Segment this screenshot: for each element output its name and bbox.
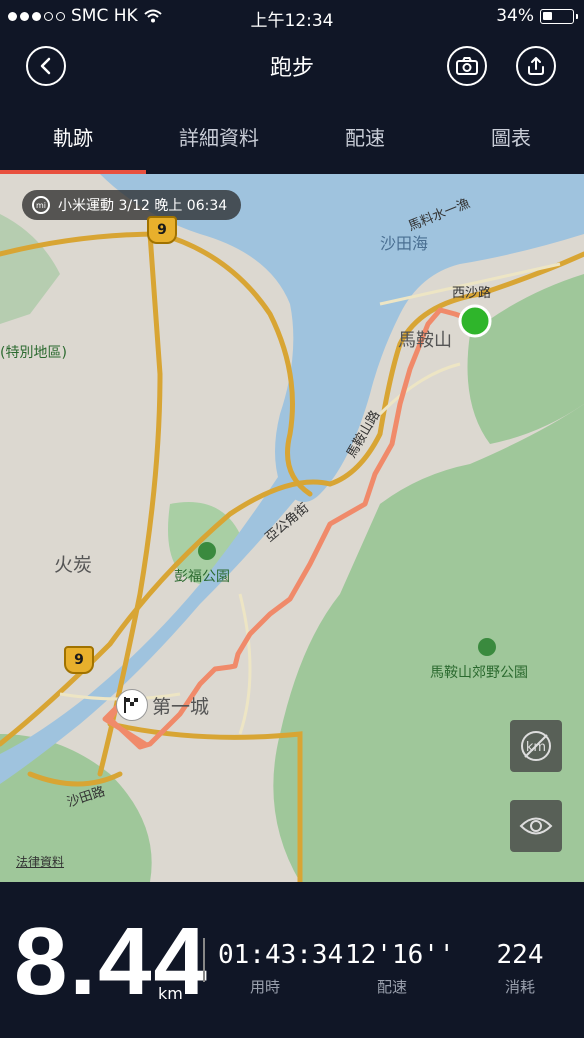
page-title: 跑步: [269, 56, 314, 81]
label-special-area: (特別地區): [0, 345, 67, 361]
label-fo-tan: 火炭: [54, 554, 93, 576]
finish-flag-icon: [116, 689, 148, 721]
camera-button[interactable]: [447, 46, 487, 86]
pace-label: 配速: [376, 978, 407, 996]
tab-track[interactable]: 軌跡: [0, 122, 146, 151]
share-button[interactable]: [516, 46, 556, 86]
label-pang-fuk-park: 彭福公園: [174, 569, 230, 585]
label-ma-on-shan: 馬鞍山: [398, 330, 452, 351]
start-marker: [458, 304, 492, 338]
label-sai-sha-road: 西沙路: [452, 286, 492, 301]
duration-label: 用時: [249, 978, 280, 996]
km-off-icon: km: [521, 731, 551, 761]
calories-value: 224: [496, 940, 544, 970]
status-right: 34%: [496, 6, 578, 26]
duration-value: 01:43:34: [218, 940, 344, 970]
calories-stat: 224 消耗: [478, 940, 562, 997]
mi-logo-icon: mi: [32, 196, 50, 214]
stats-panel: 8.44 km 01:43:34 用時 12'16'' 配速 224 消耗: [0, 882, 584, 1038]
camera-icon: [456, 57, 478, 75]
route-9-shield: 9: [147, 216, 177, 244]
toggle-km-markers-button[interactable]: km: [510, 720, 562, 772]
battery-percent: 34%: [496, 6, 534, 26]
record-info-pill: mi 小米運動 3/12 晚上 06:34: [22, 190, 242, 220]
stats-divider: [203, 938, 205, 982]
pace-value: 12'16'': [345, 940, 455, 970]
route-map[interactable]: mi 小米運動 3/12 晚上 06:34 沙田海 馬料水一漁 西沙路 馬鞍山 …: [0, 174, 584, 882]
battery-icon: [540, 8, 578, 24]
tab-details[interactable]: 詳細資料: [146, 122, 292, 151]
share-icon: [528, 57, 544, 75]
tab-pace[interactable]: 配速: [292, 122, 438, 151]
tab-bar: 軌跡 詳細資料 配速 圖表: [0, 100, 584, 174]
park-icon: [198, 542, 216, 560]
pace-stat: 12'16'' 配速: [345, 940, 455, 997]
status-bar: SMC HK 上午12:34 34%: [0, 0, 584, 34]
label-sha-tin-hoi: 沙田海: [380, 234, 429, 253]
legal-link[interactable]: 法律資料: [16, 853, 64, 870]
calories-label: 消耗: [504, 978, 535, 996]
eye-icon: [519, 817, 553, 835]
park-area-west: [0, 214, 60, 324]
label-city-one: 第一城: [152, 696, 210, 718]
label-ma-on-shan-country-park: 馬鞍山郊野公園: [430, 665, 528, 681]
record-info: 小米運動 3/12 晚上 06:34: [58, 198, 228, 214]
park-icon: [478, 638, 496, 656]
distance-unit: km: [158, 984, 183, 1003]
toggle-visibility-button[interactable]: [510, 800, 562, 852]
route-9-shield: 9: [64, 646, 94, 674]
tab-charts[interactable]: 圖表: [438, 122, 584, 151]
duration-stat: 01:43:34 用時: [218, 940, 344, 997]
nav-bar: 跑步: [0, 34, 584, 100]
